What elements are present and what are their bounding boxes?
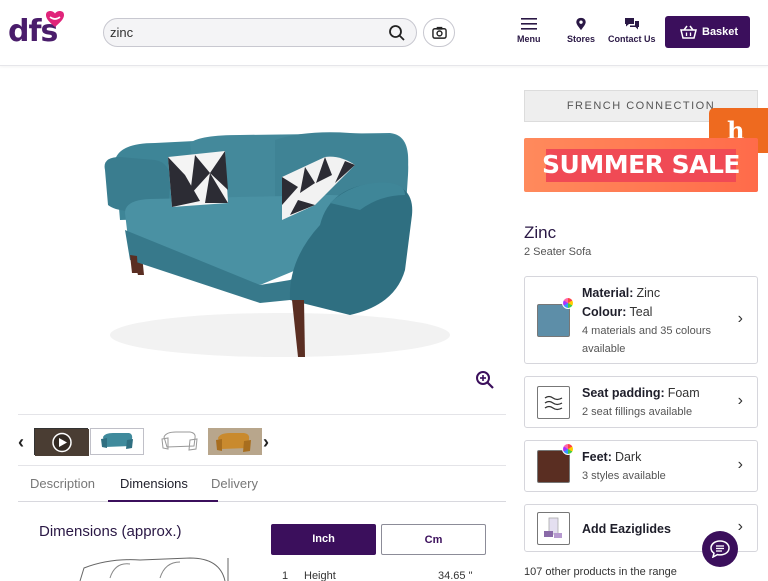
colour-wheel-icon <box>562 443 574 455</box>
dim-row-value: 34.65 " <box>438 570 473 581</box>
chevron-right-icon: › <box>737 392 743 409</box>
chevron-right-icon: › <box>737 518 743 535</box>
seat-padding-value: Foam <box>667 386 700 400</box>
thumbnail-teal-sofa[interactable] <box>90 428 144 455</box>
tab-description[interactable]: Description <box>30 476 95 491</box>
zoom-icon[interactable] <box>475 370 495 390</box>
thumbnail-carousel: ‹ › <box>18 414 506 466</box>
summer-sale-banner[interactable]: SUMMER SALE <box>524 138 758 192</box>
location-pin-icon <box>576 17 586 31</box>
play-icon <box>35 429 89 456</box>
contact-us-label: Contact Us <box>608 34 656 44</box>
product-name: Zinc <box>524 223 557 242</box>
product-image-sofa[interactable] <box>60 95 505 400</box>
eaziglides-label: Add Eaziglides <box>582 522 671 536</box>
material-label: Material: <box>582 286 634 300</box>
product-tabs: Description Dimensions Delivery <box>18 466 506 502</box>
dimensions-title: Dimensions (approx.) <box>39 523 182 540</box>
basket-button[interactable]: Basket <box>665 16 750 48</box>
dim-row-number: 1 <box>282 570 289 581</box>
basket-icon <box>680 25 697 39</box>
chevron-right-icon: › <box>737 310 743 327</box>
heart-icon <box>46 11 64 27</box>
colour-wheel-icon <box>562 297 574 309</box>
search-bar[interactable]: zinc <box>103 18 417 47</box>
sofa-dimension-diagram <box>79 557 229 581</box>
feet-text: Feet: Dark 3 styles available <box>582 448 729 485</box>
material-value: Zinc <box>636 286 661 300</box>
stores-label: Stores <box>567 34 596 44</box>
seat-padding-text: Seat padding: Foam 2 seat fillings avail… <box>582 384 729 421</box>
contact-us-button[interactable]: Contact Us <box>608 17 656 44</box>
prev-arrow-icon[interactable]: ‹ <box>18 432 24 453</box>
feet-value: Dark <box>614 450 642 464</box>
material-colour-option[interactable]: Material: Zinc Colour: Teal 4 materials … <box>524 276 758 364</box>
tab-delivery[interactable]: Delivery <box>211 476 258 491</box>
visual-search-button[interactable] <box>423 18 455 47</box>
site-header: dfs zinc Menu Stores Contact Us Basket <box>0 0 768 66</box>
feet-label: Feet: <box>582 450 612 464</box>
product-subtitle: 2 Seater Sofa <box>524 246 592 258</box>
basket-label: Basket <box>702 26 739 38</box>
chat-icon <box>624 18 639 30</box>
seat-padding-detail: 2 seat fillings available <box>582 406 693 418</box>
fabric-swatch <box>537 304 570 337</box>
colour-value: Teal <box>629 305 653 319</box>
feet-option[interactable]: Feet: Dark 3 styles available › <box>524 440 758 492</box>
menu-button[interactable]: Menu <box>517 17 541 44</box>
thumbnail-mustard-sofa[interactable] <box>208 428 262 455</box>
eaziglides-icon <box>537 512 570 545</box>
material-option-text: Material: Zinc Colour: Teal 4 materials … <box>582 284 729 358</box>
seat-padding-label: Seat padding: <box>582 386 665 400</box>
cushion-left <box>168 151 228 207</box>
live-chat-button[interactable] <box>702 531 738 567</box>
search-input[interactable]: zinc <box>110 25 133 40</box>
dfs-logo[interactable]: dfs <box>8 11 68 52</box>
stores-button[interactable]: Stores <box>567 17 595 44</box>
material-detail: 4 materials and 35 colours available <box>582 325 712 355</box>
chat-bubble-icon <box>710 540 730 558</box>
tab-dimensions[interactable]: Dimensions <box>120 476 188 491</box>
sale-banner-text: SUMMER SALE <box>542 150 740 179</box>
feet-detail: 3 styles available <box>582 470 666 482</box>
active-tab-indicator <box>108 500 218 502</box>
seat-padding-option[interactable]: Seat padding: Foam 2 seat fillings avail… <box>524 376 758 428</box>
thumbnail-video[interactable] <box>34 428 89 456</box>
menu-label: Menu <box>517 34 541 44</box>
feet-swatch <box>537 450 570 483</box>
hamburger-icon <box>520 18 537 30</box>
camera-icon <box>432 26 447 39</box>
search-icon[interactable] <box>388 24 406 42</box>
thumbnail-sofa-sketch[interactable] <box>154 428 208 455</box>
unit-cm-button[interactable]: Cm <box>381 524 486 555</box>
chevron-right-icon: › <box>737 456 743 473</box>
next-arrow-icon[interactable]: › <box>263 432 269 453</box>
dim-row-label: Height <box>304 570 336 581</box>
unit-inch-button[interactable]: Inch <box>271 524 376 555</box>
colour-label: Colour: <box>582 305 627 319</box>
seat-padding-icon <box>537 386 570 419</box>
other-products-link[interactable]: 107 other products in the range <box>524 566 677 578</box>
